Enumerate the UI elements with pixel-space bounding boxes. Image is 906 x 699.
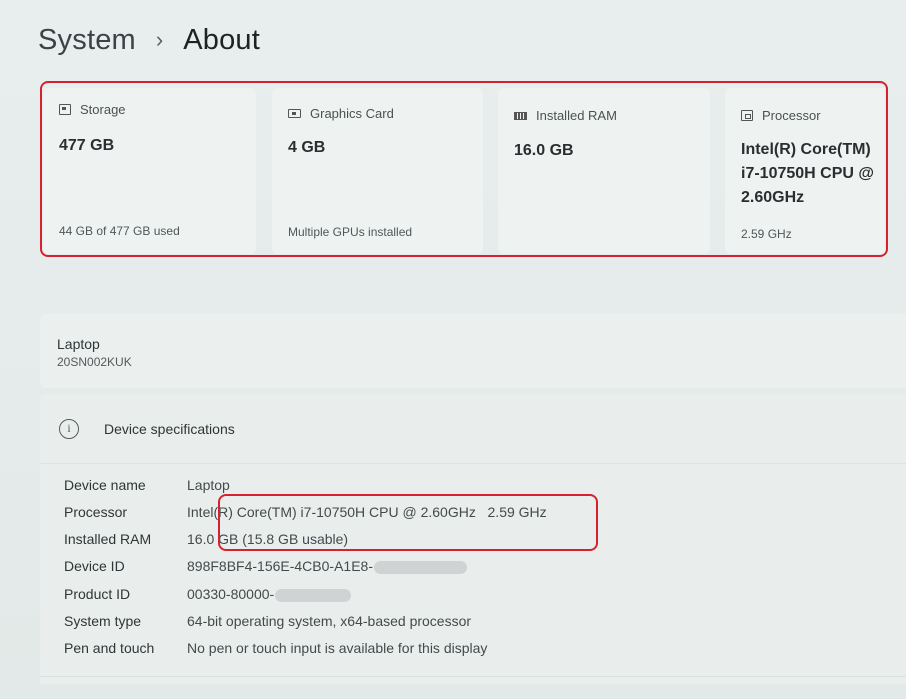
breadcrumb-system[interactable]: System [38,24,136,57]
cards-highlight-box [40,81,888,257]
info-icon: i [59,419,79,439]
spec-label: Product ID [64,586,131,602]
device-name-panel[interactable]: Laptop 20SN002KUK [40,314,906,388]
spec-value: 898F8BF4-156E-4CB0-A1E8- [187,558,467,574]
breadcrumb: System › About [38,24,260,57]
redacted-blur [374,560,467,574]
spec-label: Device name [64,477,146,493]
spec-value: 64-bit operating system, x64-based proce… [187,613,472,629]
spec-row-device-name: Device name Laptop [64,475,230,495]
device-name: Laptop [57,336,100,352]
spec-label: System type [64,613,142,629]
chevron-right-icon: › [155,26,164,52]
spec-row-product-id: Product ID 00330-80000- [64,584,352,604]
redacted-blur [275,588,352,602]
spec-value: No pen or touch input is available for t… [187,640,488,656]
spec-value: Laptop [187,477,230,493]
spec-label: Installed RAM [64,531,152,547]
device-specifications-title: Device specifications [104,421,235,437]
specs-highlight-box [218,494,598,551]
spec-label: Device ID [64,558,125,574]
product-id-value: 00330-80000- [187,586,275,602]
spec-row-pen-and-touch: Pen and touch No pen or touch input is a… [64,638,487,658]
device-id-value: 898F8BF4-156E-4CB0-A1E8- [187,558,373,574]
spec-label: Processor [64,504,128,520]
spec-label: Pen and touch [64,640,155,656]
spec-row-device-id: Device ID 898F8BF4-156E-4CB0-A1E8- [64,556,467,576]
about-page: System › About Storage 477 GB 44 GB of 4… [0,0,906,699]
page-title: About [183,24,261,56]
device-model: 20SN002KUK [57,355,132,369]
spec-row-system-type: System type 64-bit operating system, x64… [64,611,471,631]
divider [40,676,906,677]
spec-value: 00330-80000- [187,586,352,602]
device-specifications-header[interactable]: i Device specifications [40,394,906,464]
